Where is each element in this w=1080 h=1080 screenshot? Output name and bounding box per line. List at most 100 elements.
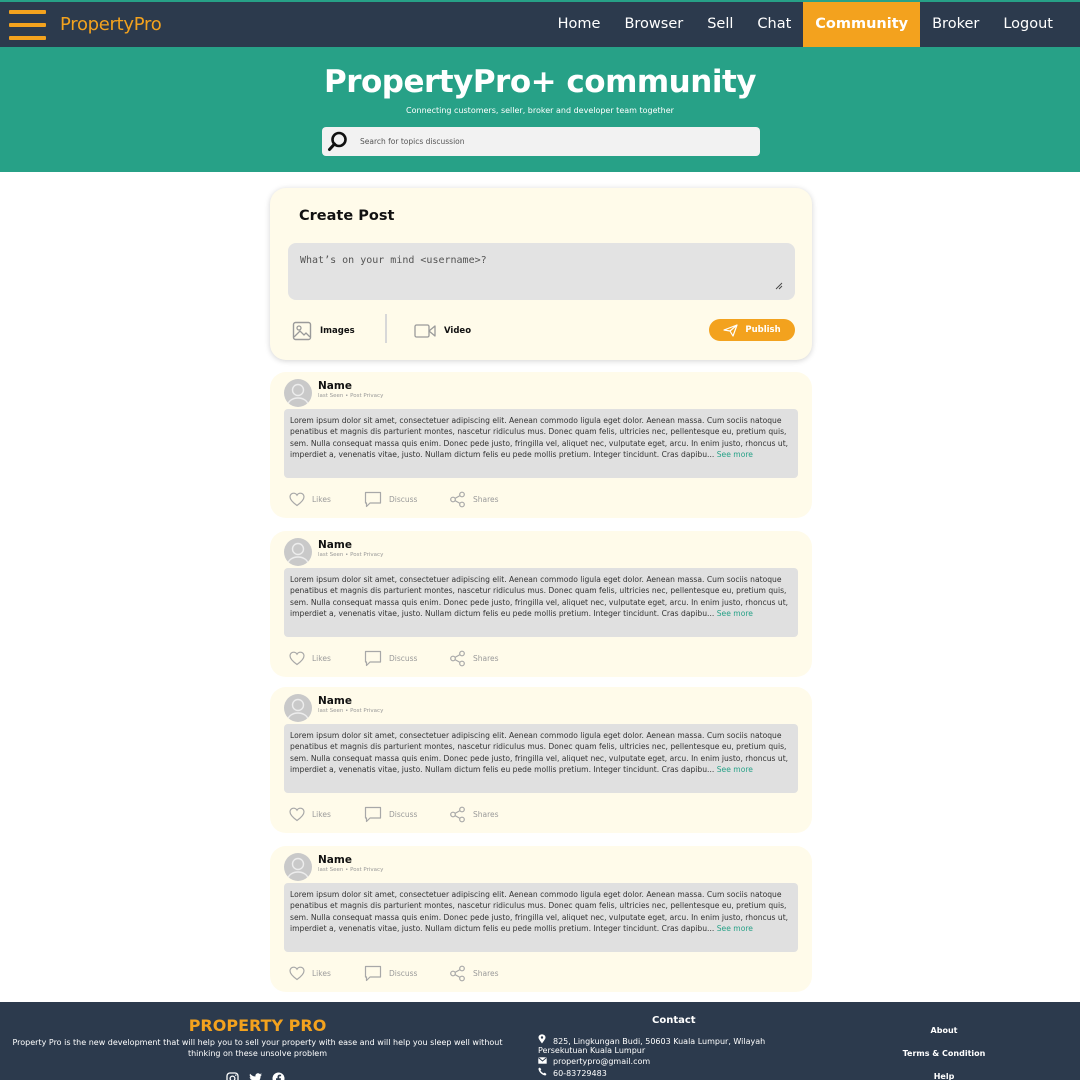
- contact-title: Contact: [652, 1015, 696, 1026]
- shares-label: Shares: [473, 968, 499, 978]
- nav-sell[interactable]: Sell: [695, 2, 745, 47]
- hamburger-menu-icon[interactable]: [9, 10, 46, 40]
- post-author-name[interactable]: Name: [318, 380, 352, 392]
- social-links: [226, 1070, 296, 1080]
- attach-images-button[interactable]: Images: [292, 321, 355, 341]
- comment-icon: [364, 965, 382, 981]
- post-body: Lorem ipsum dolor sit amet, consectetuer…: [284, 883, 798, 952]
- nav-broker[interactable]: Broker: [920, 2, 991, 47]
- attach-video-button[interactable]: Video: [414, 321, 471, 341]
- post-actions: Likes Discuss Shares: [289, 963, 689, 983]
- share-icon: [450, 965, 465, 981]
- heart-icon: [289, 492, 305, 506]
- footer-link-terms[interactable]: Terms & Condition: [880, 1049, 1008, 1058]
- post-card: Name last Seen • Post Privacy Lorem ipsu…: [270, 687, 812, 833]
- post-author-name[interactable]: Name: [318, 539, 352, 551]
- share-icon: [450, 806, 465, 822]
- discuss-button[interactable]: Discuss: [364, 963, 417, 983]
- post-author-name[interactable]: Name: [318, 854, 352, 866]
- video-label: Video: [444, 326, 472, 336]
- share-icon: [450, 491, 465, 507]
- post-card: Name last Seen • Post Privacy Lorem ipsu…: [270, 372, 812, 518]
- like-button[interactable]: Likes: [289, 804, 331, 824]
- post-card: Name last Seen • Post Privacy Lorem ipsu…: [270, 846, 812, 992]
- discuss-label: Discuss: [389, 653, 418, 663]
- send-icon: [723, 323, 738, 337]
- see-more-link[interactable]: See more: [717, 924, 753, 933]
- address-line2: Persekutuan Kuala Lumpur: [538, 1046, 646, 1055]
- post-actions: Likes Discuss Shares: [289, 804, 689, 824]
- resize-grip-icon[interactable]: [775, 282, 783, 290]
- post-actions: Likes Discuss Shares: [289, 489, 689, 509]
- contact-address-line2: Persekutuan Kuala Lumpur: [538, 1045, 645, 1056]
- heart-icon: [289, 651, 305, 665]
- discuss-label: Discuss: [389, 809, 418, 819]
- heart-icon: [289, 966, 305, 980]
- comment-icon: [364, 806, 382, 822]
- search-input[interactable]: [360, 132, 750, 151]
- footer-link-about[interactable]: About: [880, 1026, 1008, 1035]
- see-more-link[interactable]: See more: [717, 609, 753, 618]
- post-text: Lorem ipsum dolor sit amet, consectetuer…: [290, 416, 789, 460]
- post-body: Lorem ipsum dolor sit amet, consectetuer…: [284, 409, 798, 478]
- instagram-icon[interactable]: [226, 1070, 239, 1080]
- nav-chat[interactable]: Chat: [745, 2, 803, 47]
- nav-links: Home Browser Sell Chat Community Broker …: [546, 2, 1080, 47]
- likes-label: Likes: [312, 968, 331, 978]
- post-meta: last Seen • Post Privacy: [318, 708, 384, 714]
- page-title: PropertyPro+ community: [324, 64, 756, 100]
- attach-divider: [385, 314, 387, 343]
- nav-logout[interactable]: Logout: [991, 2, 1080, 47]
- footer-link-help[interactable]: Help: [880, 1072, 1008, 1080]
- search-icon[interactable]: [327, 130, 349, 152]
- search-bar: [322, 127, 760, 156]
- post-text: Lorem ipsum dolor sit amet, consectetuer…: [290, 731, 789, 775]
- like-button[interactable]: Likes: [289, 648, 331, 668]
- mail-icon: [538, 1056, 547, 1067]
- post-card: Name last Seen • Post Privacy Lorem ipsu…: [270, 531, 812, 677]
- post-textarea[interactable]: [288, 243, 795, 300]
- phone-text[interactable]: 60-83729483: [553, 1069, 607, 1078]
- discuss-label: Discuss: [389, 968, 418, 978]
- share-button[interactable]: Shares: [449, 648, 499, 668]
- shares-label: Shares: [473, 809, 499, 819]
- footer-brand: PROPERTY PRO: [188, 1016, 327, 1035]
- discuss-button[interactable]: Discuss: [364, 804, 417, 824]
- create-post-card: Create Post Images Video Publish: [270, 188, 812, 360]
- post-meta: last Seen • Post Privacy: [318, 552, 384, 558]
- user-avatar-icon[interactable]: [284, 853, 312, 881]
- post-text: Lorem ipsum dolor sit amet, consectetuer…: [290, 575, 789, 619]
- publish-label: Publish: [745, 325, 781, 335]
- email-text[interactable]: propertypro@gmail.com: [553, 1057, 650, 1066]
- see-more-link[interactable]: See more: [717, 765, 753, 774]
- post-actions: Likes Discuss Shares: [289, 648, 689, 668]
- post-text: Lorem ipsum dolor sit amet, consectetuer…: [290, 890, 789, 934]
- user-avatar-icon[interactable]: [284, 694, 312, 722]
- discuss-button[interactable]: Discuss: [364, 489, 417, 509]
- share-button[interactable]: Shares: [449, 804, 499, 824]
- like-button[interactable]: Likes: [289, 489, 331, 509]
- create-post-title: Create Post: [299, 208, 395, 224]
- like-button[interactable]: Likes: [289, 963, 331, 983]
- images-label: Images: [320, 326, 355, 336]
- user-avatar-icon[interactable]: [284, 538, 312, 566]
- share-icon: [450, 650, 465, 666]
- see-more-link[interactable]: See more: [717, 450, 753, 459]
- post-author-name[interactable]: Name: [318, 695, 352, 707]
- nav-home[interactable]: Home: [546, 2, 613, 47]
- brand-logo[interactable]: PropertyPro: [60, 14, 162, 35]
- post-meta: last Seen • Post Privacy: [318, 393, 384, 399]
- heart-icon: [289, 807, 305, 821]
- contact-phone: 60-83729483: [538, 1067, 607, 1079]
- share-button[interactable]: Shares: [449, 963, 499, 983]
- facebook-icon[interactable]: [272, 1070, 285, 1080]
- twitter-icon[interactable]: [249, 1070, 262, 1080]
- share-button[interactable]: Shares: [449, 489, 499, 509]
- discuss-button[interactable]: Discuss: [364, 648, 417, 668]
- nav-browser[interactable]: Browser: [612, 2, 695, 47]
- user-avatar-icon[interactable]: [284, 379, 312, 407]
- nav-community[interactable]: Community: [803, 2, 921, 47]
- page-subtitle: Connecting customers, seller, broker and…: [406, 106, 674, 115]
- comment-icon: [364, 491, 382, 507]
- publish-button[interactable]: Publish: [709, 319, 795, 341]
